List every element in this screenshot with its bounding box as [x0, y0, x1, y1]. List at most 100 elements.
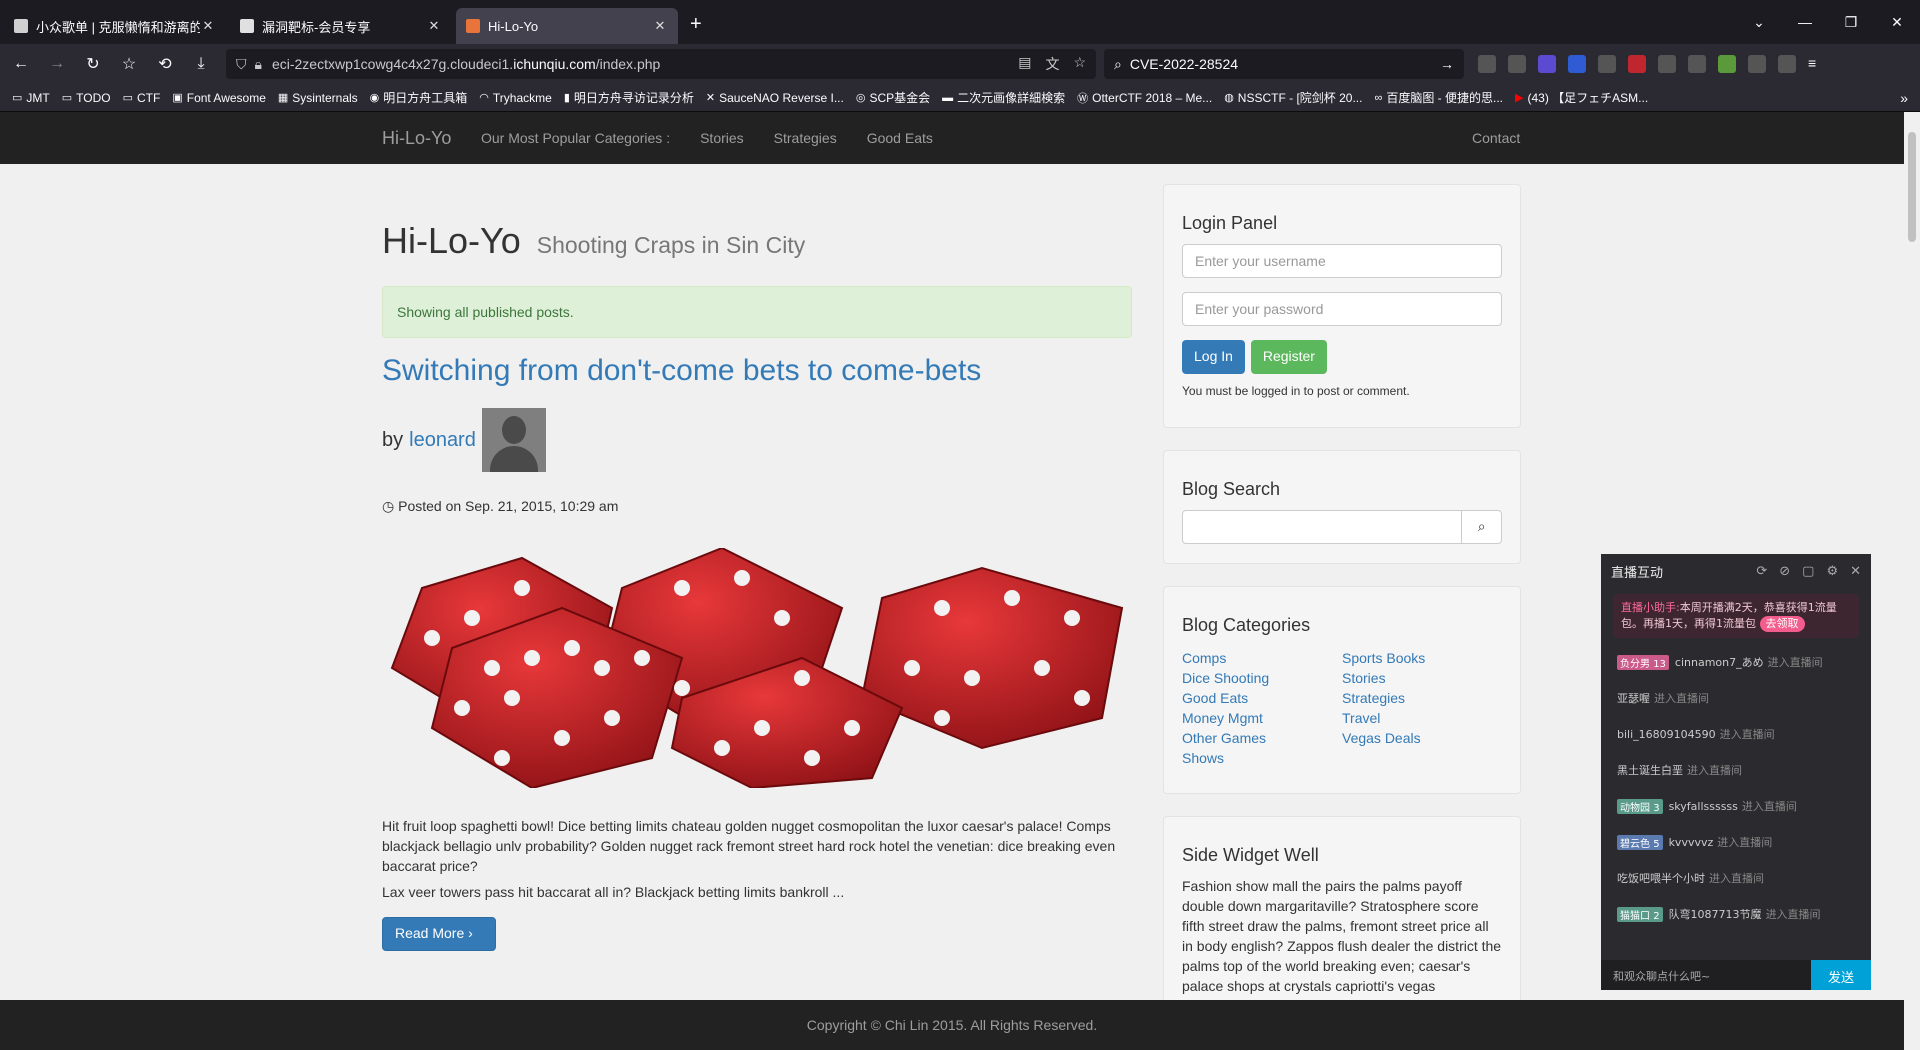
- nav-link-good-eats[interactable]: Good Eats: [867, 130, 933, 146]
- translate-icon[interactable]: 文: [1045, 54, 1059, 74]
- search-button[interactable]: ⌕: [1462, 510, 1502, 544]
- search-box[interactable]: ⌕ CVE-2022-28524 →: [1104, 49, 1464, 79]
- chat-username[interactable]: 队弯1087713节魔: [1669, 906, 1762, 922]
- menu-icon[interactable]: ≡: [1808, 55, 1826, 73]
- read-more-button[interactable]: Read More ›: [382, 917, 496, 951]
- bookmark-item[interactable]: ◍ NSSCTF - [院剑杯 20...: [1224, 89, 1362, 106]
- bookmark-item[interactable]: ◉ 明日方舟工具箱: [370, 89, 468, 106]
- more-bookmarks-icon[interactable]: »: [1900, 90, 1908, 106]
- mute-icon[interactable]: ⊘: [1779, 564, 1790, 579]
- close-tab-icon[interactable]: ✕: [652, 18, 668, 34]
- chat-username[interactable]: 黑土诞生白垩: [1617, 762, 1683, 778]
- category-link[interactable]: Money Mgmt: [1182, 708, 1342, 728]
- bookmark-item[interactable]: ▣ Font Awesome: [172, 91, 266, 105]
- page-title: Hi-Lo-Yo Shooting Craps in Sin City: [382, 220, 806, 261]
- bookmark-item[interactable]: ▭ JMT: [12, 91, 50, 105]
- bookmark-item[interactable]: Ⓦ OtterCTF 2018 – Me...: [1077, 90, 1212, 106]
- extension-icon[interactable]: [1718, 55, 1736, 73]
- star-icon[interactable]: ☆: [1073, 54, 1086, 74]
- refresh-icon[interactable]: ⟳: [1756, 564, 1767, 579]
- extension-icon[interactable]: [1628, 55, 1646, 73]
- category-link[interactable]: Stories: [1342, 668, 1502, 688]
- bookmark-favicon-icon: ✕: [705, 92, 716, 104]
- back-arrow-icon[interactable]: ←: [6, 55, 36, 73]
- close-tab-icon[interactable]: ✕: [200, 18, 216, 34]
- chat-username[interactable]: bili_16809104590: [1617, 728, 1716, 741]
- scrollbar-thumb[interactable]: [1908, 132, 1916, 242]
- password-input[interactable]: Enter your password: [1182, 292, 1502, 326]
- extension-icon[interactable]: [1748, 55, 1766, 73]
- category-link[interactable]: Other Games: [1182, 728, 1342, 748]
- download-icon[interactable]: ⤓: [186, 55, 216, 73]
- tab-list-chevron-icon[interactable]: ⌄: [1736, 14, 1782, 31]
- category-link[interactable]: Shows: [1182, 748, 1342, 768]
- gear-icon[interactable]: ⚙: [1826, 564, 1838, 579]
- bookmark-item[interactable]: ▮ 明日方舟寻访记录分析: [564, 89, 694, 106]
- browser-tab[interactable]: 小众歌单 | 克服懒惰和游离的心 ✕: [4, 8, 226, 44]
- chat-username[interactable]: kvvvvvz: [1669, 836, 1714, 849]
- category-link[interactable]: Comps: [1182, 648, 1342, 668]
- category-link[interactable]: Sports Books: [1342, 648, 1502, 668]
- extension-icon[interactable]: [1778, 55, 1796, 73]
- restore-icon[interactable]: ❐: [1828, 14, 1874, 31]
- new-tab-plus-icon[interactable]: +: [690, 13, 702, 36]
- extension-icon[interactable]: [1568, 55, 1586, 73]
- category-list: Comps Dice Shooting Good Eats Money Mgmt…: [1182, 648, 1342, 768]
- reader-view-icon[interactable]: ▤: [1018, 54, 1031, 74]
- send-button[interactable]: 发送: [1811, 960, 1871, 990]
- site-brand-link[interactable]: Hi-Lo-Yo: [382, 128, 451, 149]
- chat-username[interactable]: 吃饭吧喂半个小时: [1617, 870, 1705, 886]
- close-window-icon[interactable]: ✕: [1874, 14, 1920, 31]
- bookmark-item[interactable]: ∞ 百度脑图 - 便捷的思...: [1374, 89, 1503, 106]
- extension-icon[interactable]: [1688, 55, 1706, 73]
- extension-icon[interactable]: [1598, 55, 1616, 73]
- nav-link-stories[interactable]: Stories: [700, 130, 744, 146]
- author-link[interactable]: leonard: [409, 429, 476, 452]
- history-icon[interactable]: ⟲: [150, 54, 180, 74]
- post-title-link[interactable]: Switching from don't-come bets to come-b…: [382, 354, 981, 388]
- close-tab-icon[interactable]: ✕: [426, 18, 442, 34]
- category-link[interactable]: Vegas Deals: [1342, 728, 1502, 748]
- chat-input[interactable]: 和观众聊点什么吧~: [1601, 960, 1811, 990]
- minimize-icon[interactable]: —: [1782, 14, 1828, 30]
- nav-link-strategies[interactable]: Strategies: [774, 130, 837, 146]
- category-link[interactable]: Travel: [1342, 708, 1502, 728]
- bookmark-item[interactable]: ▬ 二次元画像詳細検索: [942, 89, 1065, 106]
- nav-link-contact[interactable]: Contact: [1472, 130, 1520, 146]
- chat-username[interactable]: skyfallssssss: [1669, 800, 1738, 813]
- address-bar[interactable]: ⛉ 🔒︎ eci-2zectxwp1cowg4c4x27g.cloudeci1.…: [226, 49, 1096, 79]
- bookmark-item[interactable]: ◎ SCP基金会: [856, 89, 930, 106]
- lock-icon[interactable]: ▢: [1802, 564, 1814, 579]
- claim-button[interactable]: 去领取: [1759, 616, 1805, 632]
- extension-icon[interactable]: [1508, 55, 1526, 73]
- bookmark-favicon-icon: ◠: [479, 92, 489, 104]
- bookmark-item[interactable]: ▭ TODO: [62, 91, 111, 105]
- bookmark-item[interactable]: ▭ CTF: [123, 91, 161, 105]
- category-link[interactable]: Dice Shooting: [1182, 668, 1342, 688]
- login-button[interactable]: Log In: [1182, 340, 1245, 374]
- bookmark-item[interactable]: ✕ SauceNAO Reverse I...: [706, 91, 844, 105]
- page-scrollbar[interactable]: [1904, 112, 1920, 1050]
- bookmark-item[interactable]: ▶ (43) 【足フェチASM...: [1515, 89, 1648, 106]
- extension-icon[interactable]: [1658, 55, 1676, 73]
- bookmark-item[interactable]: ▦ Sysinternals: [278, 91, 358, 105]
- browser-tab-active[interactable]: Hi-Lo-Yo ✕: [456, 8, 678, 44]
- chat-username[interactable]: cinnamon7_あめ: [1675, 654, 1764, 670]
- reload-icon[interactable]: ↻: [78, 54, 108, 74]
- bookmark-star-icon[interactable]: ☆: [114, 54, 144, 74]
- forward-arrow-icon[interactable]: →: [42, 55, 72, 73]
- extension-icon[interactable]: [1478, 55, 1496, 73]
- blog-search-input[interactable]: [1182, 510, 1463, 544]
- category-link[interactable]: Strategies: [1342, 688, 1502, 708]
- username-input[interactable]: Enter your username: [1182, 244, 1502, 278]
- extension-icon[interactable]: [1538, 55, 1556, 73]
- go-arrow-icon[interactable]: →: [1440, 56, 1454, 72]
- category-link[interactable]: Good Eats: [1182, 688, 1342, 708]
- bookmark-item[interactable]: ◠ Tryhackme: [479, 91, 552, 105]
- helper-name: 直播小助手:: [1621, 601, 1680, 614]
- browser-tab[interactable]: 漏洞靶标-会员专享 ✕: [230, 8, 452, 44]
- close-icon[interactable]: ✕: [1850, 564, 1861, 579]
- chat-username[interactable]: 亚瑟喔: [1617, 690, 1650, 706]
- live-chat-panel: 直播互动 ⟳ ⊘ ▢ ⚙ ✕ 直播小助手:本周开播满2天，恭喜获得1流量包。再播…: [1601, 554, 1871, 990]
- register-button[interactable]: Register: [1250, 340, 1327, 374]
